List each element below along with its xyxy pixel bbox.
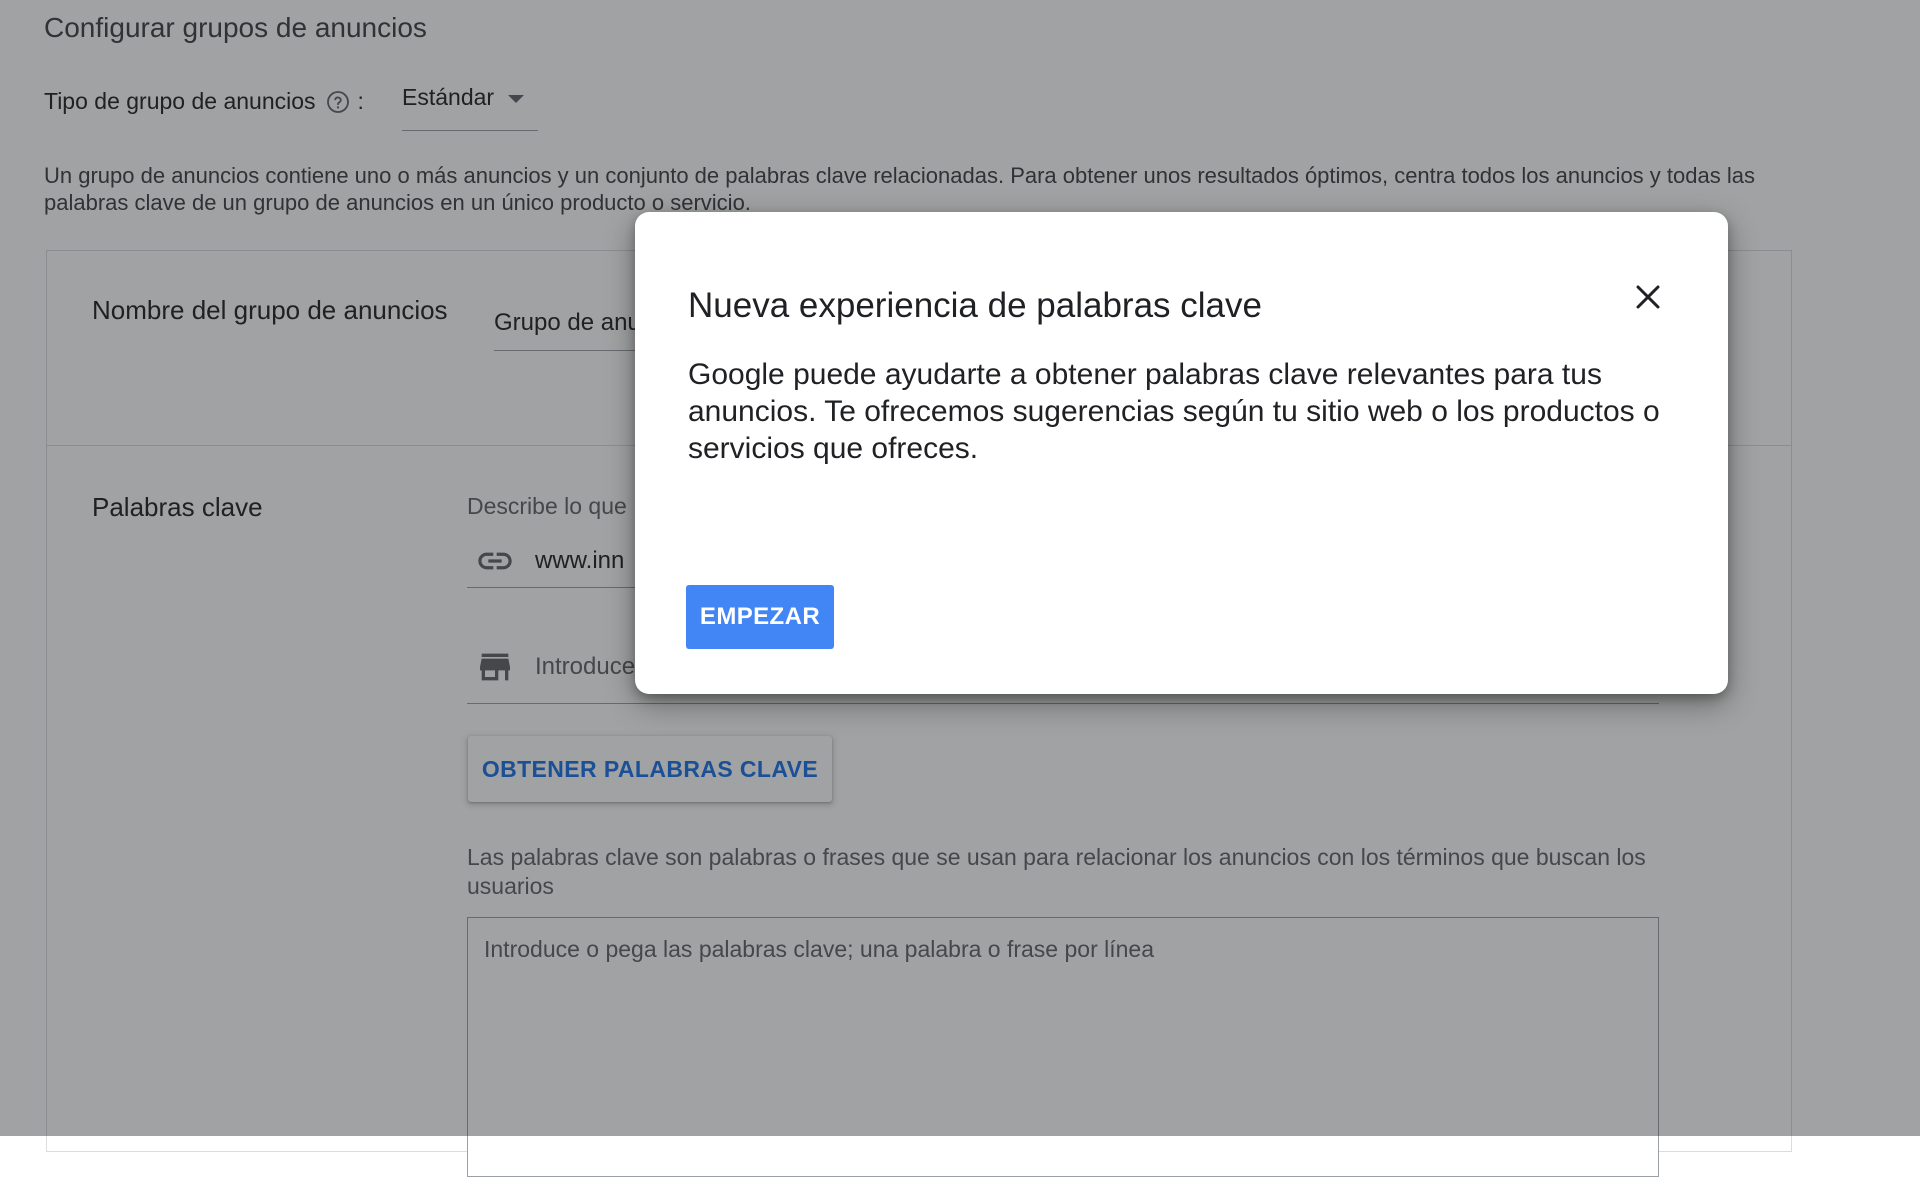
new-keyword-experience-dialog: Nueva experiencia de palabras clave Goog… bbox=[635, 212, 1728, 694]
dialog-title: Nueva experiencia de palabras clave bbox=[688, 286, 1262, 325]
dialog-body-text: Google puede ayudarte a obtener palabras… bbox=[688, 358, 1660, 465]
start-button[interactable]: EMPEZAR bbox=[686, 585, 834, 649]
close-icon[interactable] bbox=[1625, 274, 1671, 320]
